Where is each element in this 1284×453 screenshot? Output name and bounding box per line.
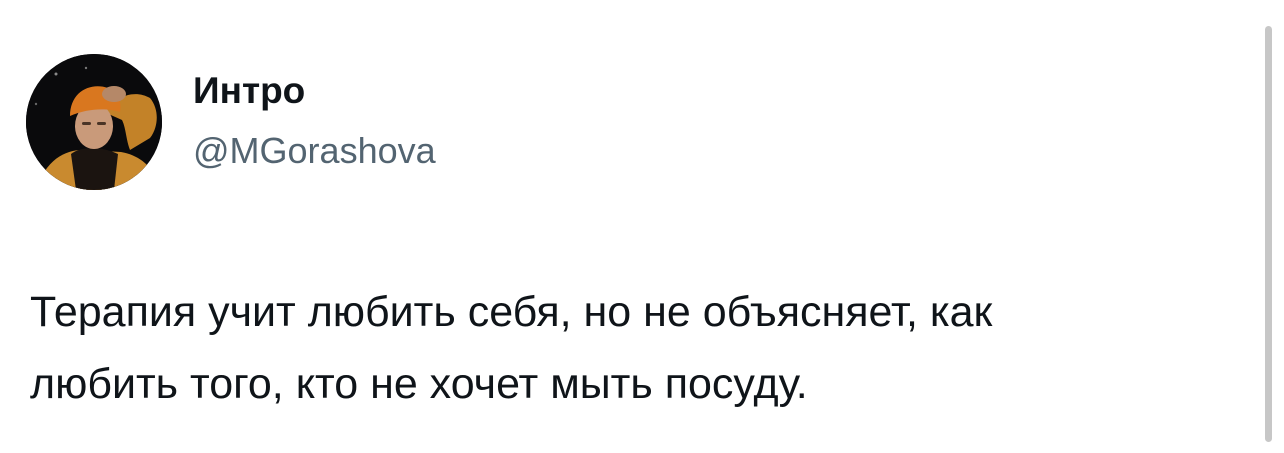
avatar[interactable]: [26, 54, 162, 190]
tweet-card[interactable]: Интро @MGorashova Терапия учит любить се…: [0, 0, 1284, 453]
tweet-text-line: любить того, кто не хочет мыть посуду.: [30, 360, 808, 408]
user-handle[interactable]: @MGorashova: [193, 131, 436, 171]
profile-photo-icon: [26, 54, 162, 190]
display-name[interactable]: Интро: [193, 70, 305, 112]
tweet-text-line: Терапия учит любить себя, но не объясняе…: [30, 288, 993, 336]
scrollbar[interactable]: [1265, 26, 1272, 442]
tweet-text: Терапия учит любить себя, но не объясняе…: [30, 276, 1260, 420]
